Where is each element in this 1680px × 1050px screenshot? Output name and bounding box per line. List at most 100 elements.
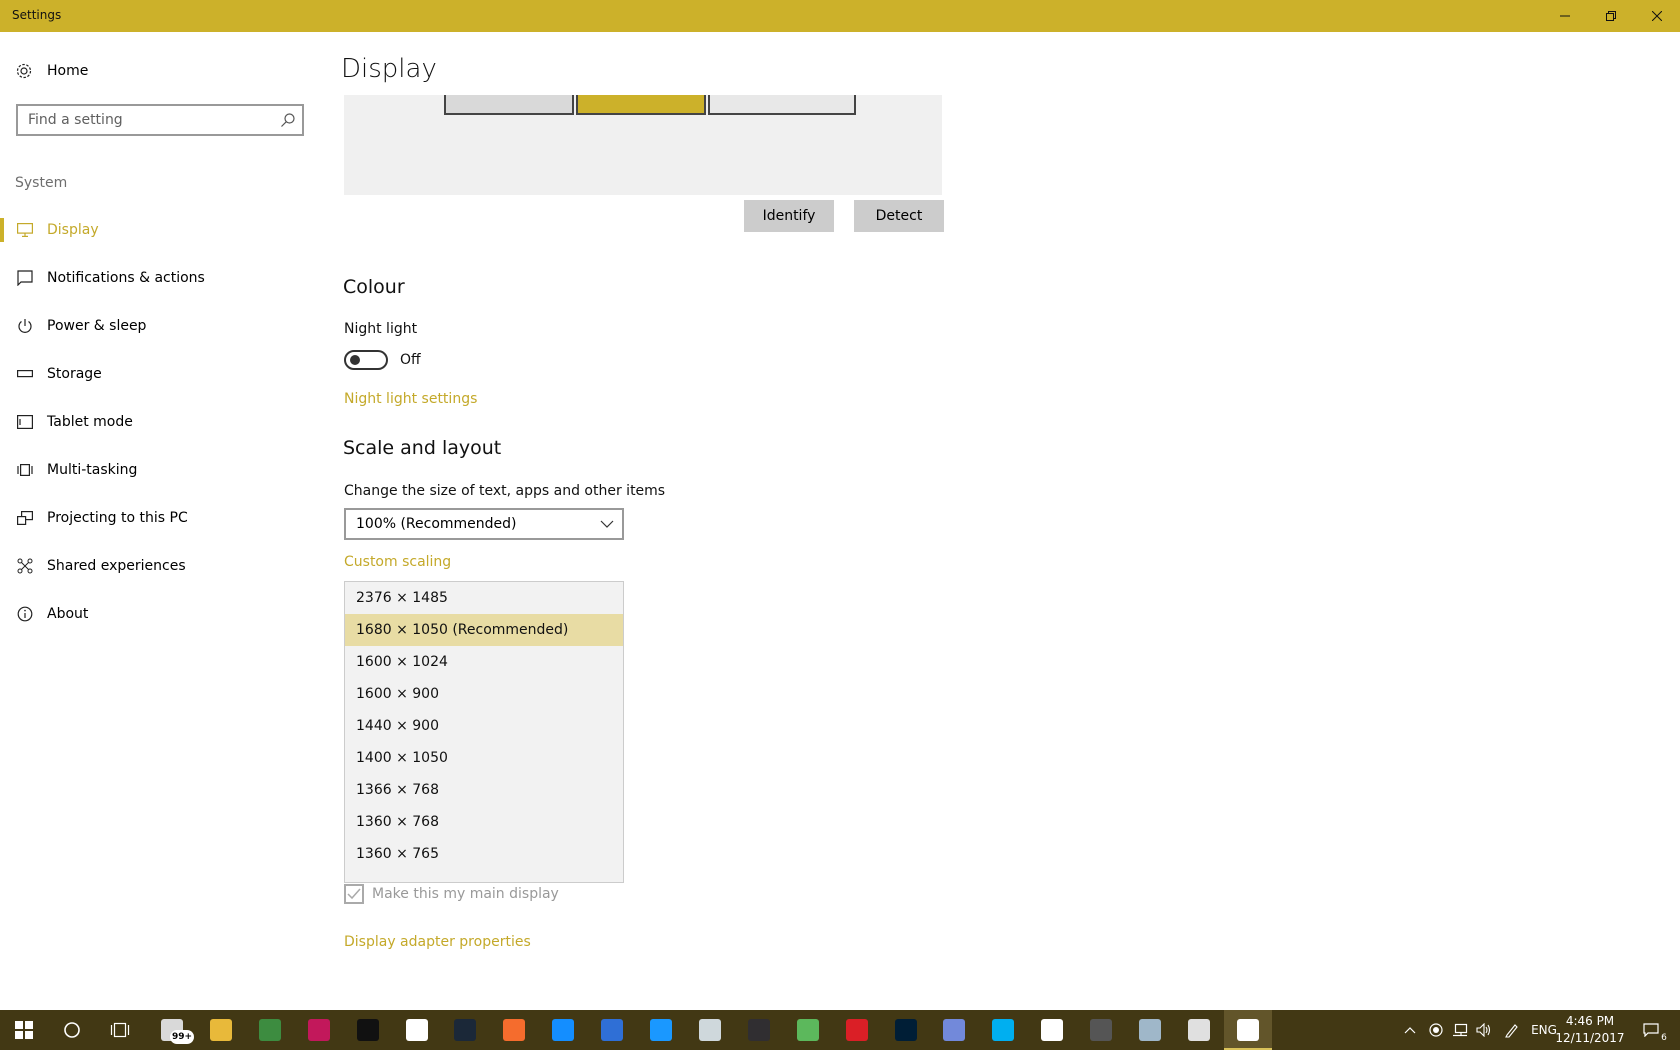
page-title: Display: [341, 54, 437, 84]
taskbar-app-chrome[interactable]: [246, 1010, 294, 1050]
multitasking-icon: [17, 464, 33, 476]
resolution-option[interactable]: 1366 × 768: [345, 774, 623, 806]
taskbar-app-forza-motorsport[interactable]: [344, 1010, 392, 1050]
taskbar-app-obs[interactable]: [735, 1010, 783, 1050]
scale-dropdown[interactable]: 100% (Recommended): [344, 508, 624, 540]
task-view-button[interactable]: [96, 1010, 144, 1050]
taskbar-app-uplay[interactable]: [588, 1010, 636, 1050]
restore-icon: [1606, 11, 1616, 21]
taskbar-app-discord[interactable]: [930, 1010, 978, 1050]
sidebar-item-shared-experiences[interactable]: Shared experiences: [0, 542, 320, 590]
main-display-row[interactable]: Make this my main display: [344, 884, 559, 904]
detect-button[interactable]: Detect: [854, 200, 944, 232]
sidebar-item-label: Shared experiences: [47, 558, 186, 574]
discord-icon: [943, 1019, 966, 1041]
sidebar-item-multitasking[interactable]: Multi-tasking: [0, 446, 320, 494]
pen-workspace-button[interactable]: [1500, 1010, 1524, 1050]
taskbar-app-file-explorer[interactable]: [197, 1010, 245, 1050]
close-button[interactable]: [1634, 0, 1680, 32]
sidebar-item-tablet-mode[interactable]: Tablet mode: [0, 398, 320, 446]
remote-desktop-icon: [1139, 1019, 1161, 1041]
taskbar-app-amazon-music[interactable]: [637, 1010, 685, 1050]
volume-button[interactable]: [1472, 1010, 1496, 1050]
taskbar-app-settings[interactable]: [1223, 1010, 1272, 1050]
projecting-icon: [17, 511, 33, 525]
taskbar-app-skype[interactable]: [979, 1010, 1027, 1050]
resolution-option[interactable]: 1600 × 1024: [345, 646, 623, 678]
sidebar-item-label: Notifications & actions: [47, 270, 205, 286]
taskbar-app-photoshop[interactable]: [882, 1010, 930, 1050]
action-center-button[interactable]: [1636, 1010, 1666, 1050]
identify-button[interactable]: Identify: [744, 200, 834, 232]
custom-scaling-link[interactable]: Custom scaling: [344, 554, 451, 570]
taskbar-app-steam[interactable]: [441, 1010, 489, 1050]
display-arrangement-preview: [344, 95, 942, 195]
close-icon: [1652, 11, 1662, 21]
sidebar-item-about[interactable]: About: [0, 590, 320, 638]
storage-icon: [17, 370, 33, 378]
clock[interactable]: 4:46 PM 12/11/2017: [1550, 1013, 1630, 1047]
sidebar-item-projecting[interactable]: Projecting to this PC: [0, 494, 320, 542]
network-button[interactable]: [1448, 1010, 1472, 1050]
taskbar-app-battle-net[interactable]: [539, 1010, 587, 1050]
monitor-tile-1[interactable]: [444, 95, 574, 115]
sidebar-item-label: Display: [47, 222, 99, 238]
sidebar-item-power-sleep[interactable]: Power & sleep: [0, 302, 320, 350]
taskbar-app-creative-cloud[interactable]: [833, 1010, 881, 1050]
pen-icon: [1505, 1024, 1518, 1038]
home-label: Home: [47, 63, 89, 79]
monitor-tile-3[interactable]: [708, 95, 856, 115]
forza-horizon-3-icon: [307, 1019, 330, 1041]
uplay-icon: [601, 1019, 624, 1041]
tray-overflow-button[interactable]: [1398, 1010, 1422, 1050]
title-bar: Settings: [0, 0, 1680, 32]
restore-button[interactable]: [1588, 0, 1634, 32]
cortana-button[interactable]: [48, 1010, 96, 1050]
sidebar-item-label: Power & sleep: [47, 318, 147, 334]
tray-record-button[interactable]: [1424, 1010, 1448, 1050]
resolution-option[interactable]: 1440 × 900: [345, 710, 623, 742]
task-view-icon: [110, 1022, 130, 1038]
taskbar-app-groove-music[interactable]: [1028, 1010, 1076, 1050]
resolution-option[interactable]: 1600 × 900: [345, 678, 623, 710]
night-light-toggle[interactable]: [344, 350, 388, 370]
colour-heading: Colour: [343, 276, 405, 298]
home-link[interactable]: Home: [15, 60, 88, 82]
main-display-checkbox[interactable]: [344, 884, 364, 904]
groove-music-icon: [1041, 1019, 1064, 1041]
minimize-button[interactable]: [1542, 0, 1588, 32]
taskbar-app-forza-horizon[interactable]: [393, 1010, 441, 1050]
search-input[interactable]: [28, 111, 268, 129]
action-center-icon: [1643, 1023, 1659, 1037]
resolution-option[interactable]: 1360 × 768: [345, 806, 623, 838]
start-button[interactable]: [0, 1010, 48, 1050]
taskbar-app-clock-app[interactable]: [1175, 1010, 1223, 1050]
monitor-tile-2[interactable]: [576, 95, 706, 115]
gear-icon: [16, 63, 32, 79]
window-title: Settings: [12, 8, 62, 22]
sidebar-item-notifications[interactable]: Notifications & actions: [0, 254, 320, 302]
taskbar-app-geforce-experience[interactable]: [1077, 1010, 1125, 1050]
resolution-option-selected[interactable]: 1680 × 1050 (Recommended): [345, 614, 623, 646]
taskbar-app-remote-desktop[interactable]: [1126, 1010, 1174, 1050]
shared-icon: [17, 558, 33, 574]
taskbar-app-origin[interactable]: [490, 1010, 538, 1050]
night-light-label: Night light: [344, 321, 418, 337]
sidebar-item-display[interactable]: Display: [0, 206, 320, 254]
main-content: Display Identify Detect Colour Night lig…: [320, 32, 1680, 1010]
toggle-knob: [350, 355, 360, 365]
taskbar-app-camtasia[interactable]: [784, 1010, 832, 1050]
sidebar-item-storage[interactable]: Storage: [0, 350, 320, 398]
search-icon[interactable]: [280, 112, 296, 128]
mail-badge: 99+: [170, 1030, 195, 1044]
resolution-option[interactable]: 1400 × 1050: [345, 742, 623, 774]
resolution-option[interactable]: 1360 × 765: [345, 838, 623, 870]
settings-icon: [1236, 1019, 1259, 1041]
tablet-icon: [17, 415, 33, 429]
resolution-option[interactable]: 2376 × 1485: [345, 582, 623, 614]
display-adapter-properties-link[interactable]: Display adapter properties: [344, 934, 531, 950]
taskbar-app-epic-app[interactable]: [686, 1010, 734, 1050]
cortana-icon: [64, 1022, 80, 1038]
taskbar-app-forza-horizon-3[interactable]: [295, 1010, 343, 1050]
night-light-settings-link[interactable]: Night light settings: [344, 391, 477, 407]
